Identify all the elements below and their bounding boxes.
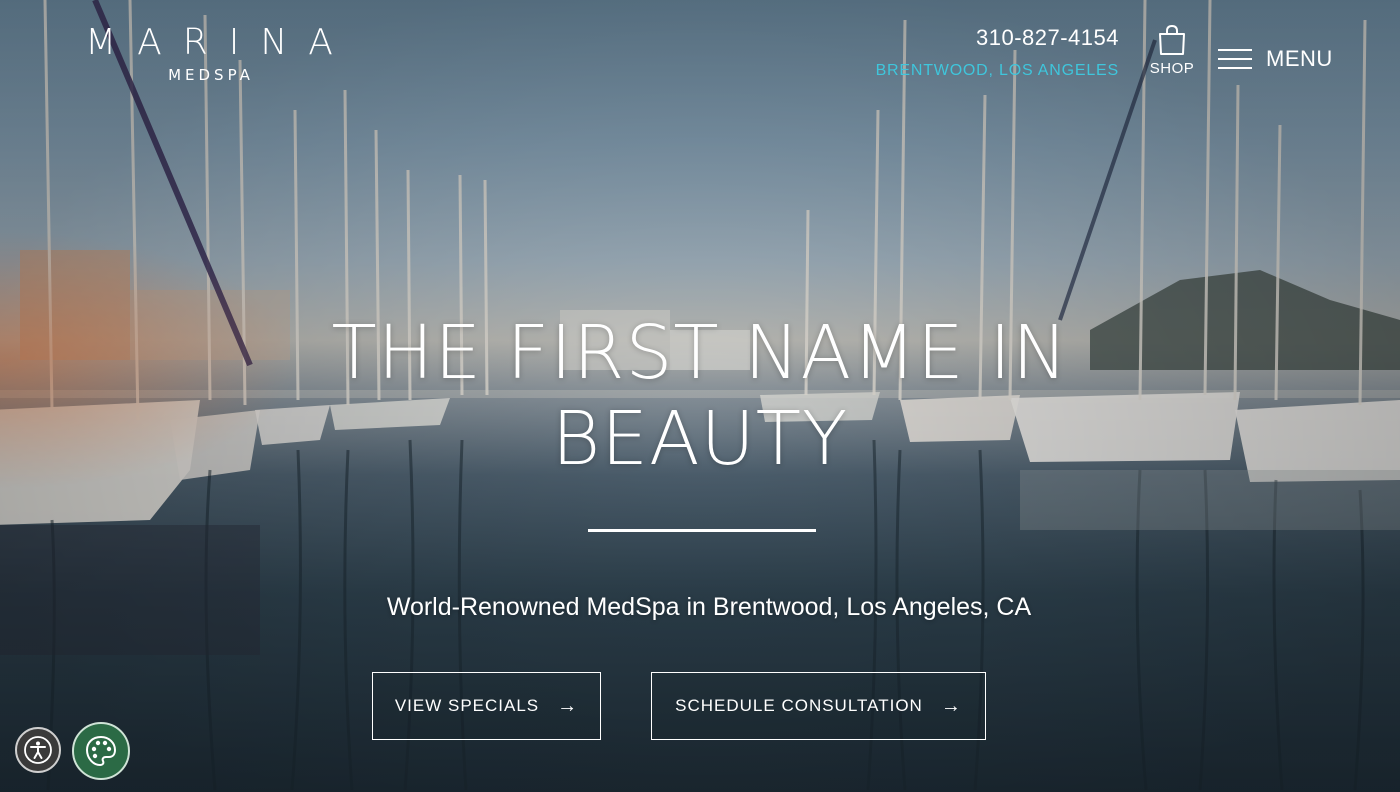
menu-button[interactable]: MENU [1218, 42, 1333, 76]
phone-link[interactable]: 310-827-4154 [876, 26, 1119, 50]
hero-headline: THE FIRST NAME IN BEAUTY [250, 310, 1150, 482]
schedule-consultation-label: SCHEDULE CONSULTATION [675, 696, 923, 715]
headline-divider [588, 529, 816, 532]
theme-palette-button[interactable] [72, 722, 130, 780]
headline-line-2: BEAUTY [551, 396, 849, 482]
shop-button[interactable]: SHOP [1146, 24, 1198, 77]
accessibility-icon [24, 736, 52, 764]
location-text: BRENTWOOD, LOS ANGELES [875, 62, 1119, 79]
arrow-right-icon: → [940, 694, 962, 717]
schedule-consultation-button[interactable]: SCHEDULE CONSULTATION → [651, 672, 986, 740]
headline-line-1: THE FIRST NAME IN [331, 310, 1069, 396]
header-contact: 310-827-4154 BRENTWOOD, LOS ANGELES [876, 26, 1119, 80]
arrow-right-icon: → [557, 694, 579, 717]
palette-icon [85, 735, 117, 767]
shop-label: SHOP [1149, 60, 1195, 77]
view-specials-label: VIEW SPECIALS [394, 696, 540, 715]
hamburger-icon [1218, 42, 1252, 76]
logo-wordmark: MARINA [85, 22, 354, 63]
accessibility-button[interactable] [15, 727, 61, 773]
hero-subtitle: World-Renowned MedSpa in Brentwood, Los … [386, 593, 1032, 621]
menu-label: MENU [1266, 46, 1333, 71]
site-logo[interactable]: MARINA MEDSPA [78, 24, 340, 85]
view-specials-button[interactable]: VIEW SPECIALS → [372, 672, 601, 740]
logo-tagline: MEDSPA [168, 66, 254, 84]
shopping-bag-icon [1159, 24, 1185, 55]
